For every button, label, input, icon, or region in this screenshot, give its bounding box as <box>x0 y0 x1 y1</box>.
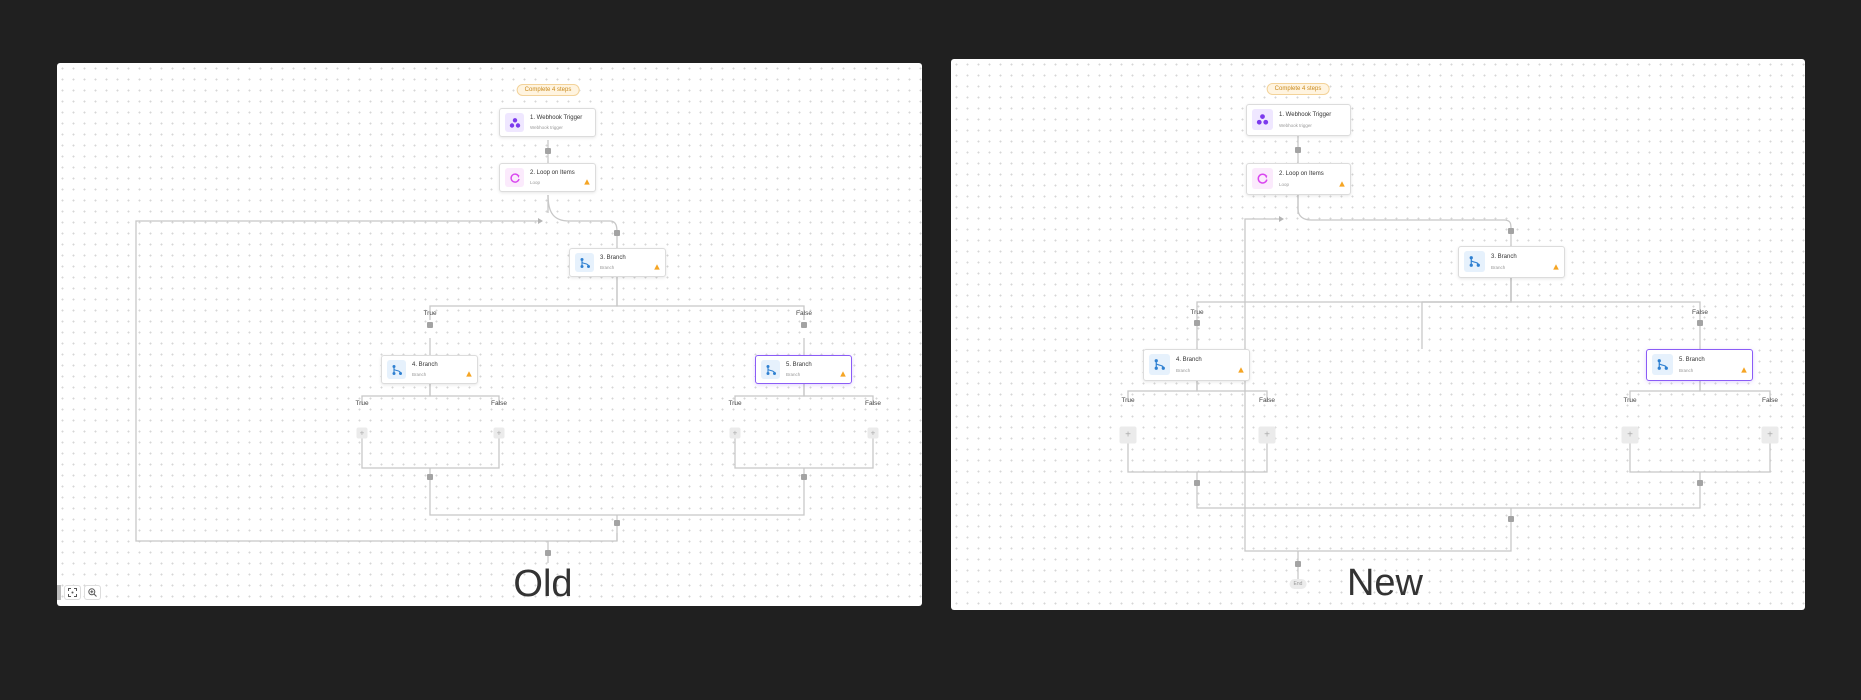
new-node-branch-4[interactable]: 4. Branch Branch <box>1143 349 1250 381</box>
node-subtitle: Loop <box>1279 182 1290 187</box>
add-step-button[interactable]: + <box>1761 426 1779 444</box>
node-subtitle: Branch <box>412 372 427 377</box>
old-node-branch-3[interactable]: 3. Branch Branch <box>569 248 666 277</box>
node-title: 4. Branch <box>1176 357 1202 363</box>
warning-icon <box>1339 181 1345 187</box>
loop-icon <box>505 168 524 187</box>
connector-handle[interactable] <box>1295 561 1301 567</box>
new-canvas-panel: Complete 4 steps 1. Webhook Trigger Webh… <box>951 59 1805 610</box>
webhook-icon <box>505 113 524 132</box>
warning-icon <box>654 264 660 270</box>
true-label: True <box>423 310 437 317</box>
connector-handle[interactable] <box>1295 147 1301 153</box>
zoom-in-button[interactable] <box>84 585 101 600</box>
add-step-button[interactable]: + <box>493 427 505 439</box>
connector-handle[interactable] <box>1194 480 1200 486</box>
false-label: False <box>1692 309 1708 316</box>
branch-icon <box>1149 354 1170 375</box>
connector-handle[interactable] <box>427 474 433 480</box>
loop-icon <box>1252 168 1273 189</box>
zoom-in-icon <box>88 588 97 597</box>
true-label: True <box>1121 397 1135 404</box>
branch-icon <box>1464 251 1485 272</box>
warning-icon <box>584 179 590 185</box>
warning-icon <box>1238 367 1244 373</box>
node-title: 2. Loop on Items <box>530 170 575 176</box>
add-step-button[interactable]: + <box>1258 426 1276 444</box>
node-title: 5. Branch <box>1679 357 1705 363</box>
fit-view-button[interactable] <box>64 585 81 600</box>
node-title: 5. Branch <box>786 362 812 368</box>
old-connector-lines <box>135 140 874 563</box>
new-node-webhook-trigger[interactable]: 1. Webhook Trigger Webhook trigger <box>1246 104 1351 136</box>
connector-handle[interactable] <box>1508 516 1514 522</box>
node-subtitle: Branch <box>1491 265 1506 270</box>
true-label: True <box>355 400 369 407</box>
node-subtitle: Branch <box>1176 368 1191 373</box>
branch-icon <box>387 360 406 379</box>
old-node-branch-5[interactable]: 5. Branch Branch <box>755 355 852 384</box>
new-completion-badge: Complete 4 steps <box>1266 83 1330 95</box>
true-label: True <box>1623 397 1637 404</box>
old-node-loop-on-items[interactable]: 2. Loop on Items Loop <box>499 163 596 192</box>
connector-handle[interactable] <box>801 474 807 480</box>
node-subtitle: Branch <box>1679 368 1694 373</box>
node-subtitle: Loop <box>530 180 541 185</box>
connector-handle[interactable] <box>1697 320 1703 326</box>
connector-handle[interactable] <box>1194 320 1200 326</box>
branch-icon <box>575 253 594 272</box>
old-node-branch-4[interactable]: 4. Branch Branch <box>381 355 478 384</box>
old-canvas-panel: Complete 4 steps 1. Webhook Trigger Webh… <box>57 63 922 606</box>
node-subtitle: Webhook trigger <box>530 125 563 130</box>
add-step-button[interactable]: + <box>729 427 741 439</box>
warning-icon <box>1553 264 1559 270</box>
webhook-icon <box>1252 109 1273 130</box>
true-label: True <box>728 400 742 407</box>
old-completion-badge: Complete 4 steps <box>516 84 580 96</box>
node-title: 4. Branch <box>412 362 438 368</box>
false-label: False <box>491 400 507 407</box>
old-caption: Old <box>513 563 573 605</box>
branch-icon <box>761 360 780 379</box>
old-node-webhook-trigger[interactable]: 1. Webhook Trigger Webhook trigger <box>499 108 596 137</box>
connector-handle[interactable] <box>545 148 551 154</box>
node-title: 1. Webhook Trigger <box>530 115 583 121</box>
add-step-button[interactable]: + <box>1621 426 1639 444</box>
new-caption: New <box>1346 562 1424 604</box>
warning-icon <box>1741 367 1747 373</box>
connector-handle[interactable] <box>614 230 620 236</box>
node-title: 1. Webhook Trigger <box>1279 112 1332 118</box>
connector-handle[interactable] <box>1508 228 1514 234</box>
connector-handle[interactable] <box>614 520 620 526</box>
false-label: False <box>1762 397 1778 404</box>
false-label: False <box>1259 397 1275 404</box>
new-node-branch-3[interactable]: 3. Branch Branch <box>1458 246 1565 278</box>
new-node-branch-5[interactable]: 5. Branch Branch <box>1646 349 1753 381</box>
connector-handle[interactable] <box>545 550 551 556</box>
false-label: False <box>796 310 812 317</box>
new-connector-lines <box>1127 131 1771 584</box>
canvas-toolbar <box>64 585 101 600</box>
fit-view-icon <box>68 588 77 597</box>
add-step-button[interactable]: + <box>356 427 368 439</box>
canvas-edge-handle <box>57 585 61 600</box>
node-title: 3. Branch <box>600 255 626 261</box>
end-node: End <box>1289 579 1307 589</box>
node-title: 2. Loop on Items <box>1279 171 1324 177</box>
true-label: True <box>1190 309 1204 316</box>
branch-icon <box>1652 354 1673 375</box>
node-title: 3. Branch <box>1491 254 1517 260</box>
node-subtitle: Branch <box>600 265 615 270</box>
warning-icon <box>466 371 472 377</box>
new-node-loop-on-items[interactable]: 2. Loop on Items Loop <box>1246 163 1351 195</box>
connector-handle[interactable] <box>427 322 433 328</box>
add-step-button[interactable]: + <box>867 427 879 439</box>
warning-icon <box>840 371 846 377</box>
add-step-button[interactable]: + <box>1119 426 1137 444</box>
node-subtitle: Webhook trigger <box>1279 123 1312 128</box>
connector-handle[interactable] <box>801 322 807 328</box>
connector-handle[interactable] <box>1697 480 1703 486</box>
node-subtitle: Branch <box>786 372 801 377</box>
false-label: False <box>865 400 881 407</box>
